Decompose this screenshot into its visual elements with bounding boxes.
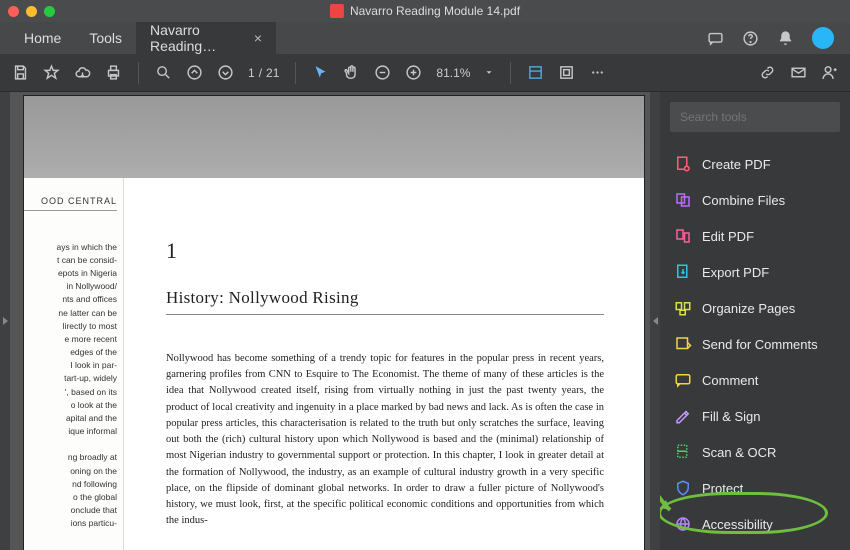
tools-panel: Create PDF Combine Files Edit PDF Export PD… (660, 92, 850, 550)
traffic-lights (8, 6, 55, 17)
tool-icon (674, 263, 692, 281)
chat-icon[interactable] (707, 30, 724, 47)
page: OOD CENTRAL ays in which the t can be co… (24, 96, 644, 550)
add-user-icon[interactable] (821, 64, 838, 81)
left-page-fragment: ays in which the t can be consid- epots … (24, 241, 117, 531)
book-left-page: OOD CENTRAL ays in which the t can be co… (24, 178, 124, 550)
star-icon[interactable] (43, 64, 60, 81)
tool-send-for-comments[interactable]: Send for Comments (670, 326, 840, 362)
pointer-icon[interactable] (312, 64, 329, 81)
left-page-header: OOD CENTRAL (24, 196, 117, 211)
tab-home[interactable]: Home (10, 22, 75, 54)
tool-icon (674, 227, 692, 245)
tool-accessibility[interactable]: Accessibility (670, 506, 840, 542)
tool-icon (674, 371, 692, 389)
page-current[interactable]: 1 (248, 66, 255, 80)
close-tab-icon[interactable]: × (254, 30, 262, 46)
tab-document-label: Navarro Reading… (150, 22, 244, 54)
tool-icon (674, 443, 692, 461)
tool-icon (674, 191, 692, 209)
toolbar: 1 / 21 81.1% (0, 54, 850, 92)
tool-label: Combine Files (702, 193, 785, 208)
tool-icon (674, 335, 692, 353)
tool-label: Protect (702, 481, 743, 496)
tool-protect[interactable]: Protect (670, 470, 840, 506)
chapter-title: History: Nollywood Rising (166, 288, 604, 315)
tool-label: Organize Pages (702, 301, 795, 316)
print-icon[interactable] (105, 64, 122, 81)
book-right-page: 1 History: Nollywood Rising Nollywood ha… (124, 178, 644, 550)
bell-icon[interactable] (777, 30, 794, 47)
tool-icon (674, 407, 692, 425)
tab-bar: Home Tools Navarro Reading… × (0, 22, 850, 54)
left-panel-toggle[interactable] (0, 92, 10, 550)
maximize-window[interactable] (44, 6, 55, 17)
zoom-level[interactable]: 81.1% (436, 66, 470, 80)
help-icon[interactable] (742, 30, 759, 47)
tool-combine-files[interactable]: Combine Files (670, 182, 840, 218)
tool-label: Fill & Sign (702, 409, 761, 424)
tool-label: Edit PDF (702, 229, 754, 244)
page-up-icon[interactable] (186, 64, 203, 81)
close-window[interactable] (8, 6, 19, 17)
tool-label: Comment (702, 373, 758, 388)
search-icon[interactable] (155, 64, 172, 81)
save-icon[interactable] (12, 64, 29, 81)
tab-tools[interactable]: Tools (75, 22, 136, 54)
tool-create-pdf[interactable]: Create PDF (670, 146, 840, 182)
tool-label: Create PDF (702, 157, 771, 172)
tool-label: Send for Comments (702, 337, 818, 352)
mail-icon[interactable] (790, 64, 807, 81)
window-filename: Navarro Reading Module 14.pdf (350, 4, 520, 18)
page-indicator: 1 / 21 (248, 66, 279, 80)
tool-fill-sign[interactable]: Fill & Sign (670, 398, 840, 434)
body-text: Nollywood has become something of a tren… (166, 351, 604, 530)
tool-label: Export PDF (702, 265, 769, 280)
page-total: 21 (266, 66, 279, 80)
tool-organize-pages[interactable]: Organize Pages (670, 290, 840, 326)
cloud-icon[interactable] (74, 64, 91, 81)
link-icon[interactable] (759, 64, 776, 81)
tool-icon (674, 155, 692, 173)
page-down-icon[interactable] (217, 64, 234, 81)
tab-document[interactable]: Navarro Reading… × (136, 22, 276, 54)
tool-label: Accessibility (702, 517, 773, 532)
chevron-down-icon[interactable] (484, 64, 494, 81)
search-tools-input[interactable] (670, 102, 840, 132)
hand-icon[interactable] (343, 64, 360, 81)
tool-comment[interactable]: Comment (670, 362, 840, 398)
window-title: Navarro Reading Module 14.pdf (330, 4, 520, 18)
tool-scan-ocr[interactable]: Scan & OCR (670, 434, 840, 470)
tool-icon (674, 299, 692, 317)
zoom-out-icon[interactable] (374, 64, 391, 81)
minimize-window[interactable] (26, 6, 37, 17)
fit-width-icon[interactable] (527, 64, 544, 81)
tool-edit-pdf[interactable]: Edit PDF (670, 218, 840, 254)
right-panel-toggle[interactable] (650, 92, 660, 550)
zoom-in-icon[interactable] (405, 64, 422, 81)
tool-icon (674, 515, 692, 533)
page-view-icon[interactable] (558, 64, 575, 81)
tool-label: Scan & OCR (702, 445, 776, 460)
tool-export-pdf[interactable]: Export PDF (670, 254, 840, 290)
content-area: OOD CENTRAL ays in which the t can be co… (0, 92, 850, 550)
avatar[interactable] (812, 27, 834, 49)
document-viewport[interactable]: OOD CENTRAL ays in which the t can be co… (10, 92, 650, 550)
chapter-number: 1 (166, 238, 604, 264)
pdf-icon (330, 4, 344, 18)
window-title-bar: Navarro Reading Module 14.pdf (0, 0, 850, 22)
tool-icon (674, 479, 692, 497)
more-icon[interactable] (589, 64, 606, 81)
